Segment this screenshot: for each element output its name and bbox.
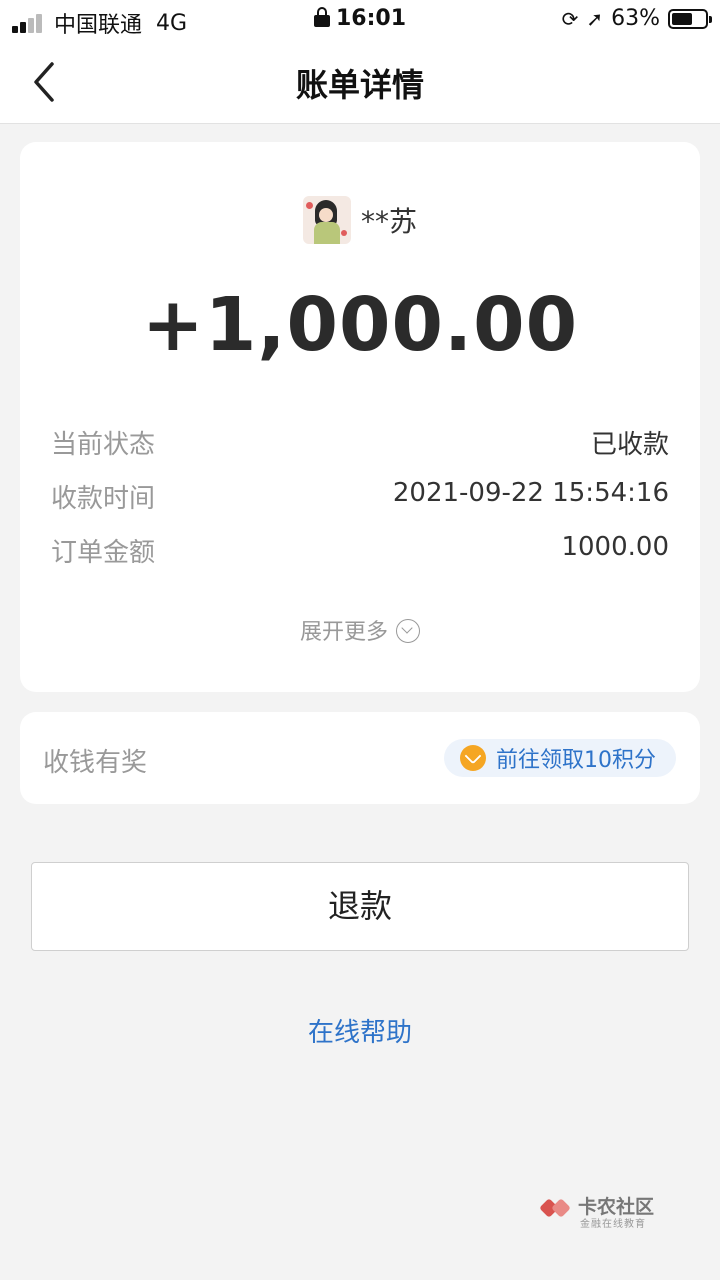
claim-points-button[interactable]: 前往领取10积分 [444, 739, 676, 777]
info-label: 订单金额 [51, 538, 156, 568]
watermark: 卡农社区 金融在线教育 [539, 1190, 700, 1230]
reward-label: 收钱有奖 [43, 748, 148, 778]
payer: **苏 [20, 196, 700, 244]
coin-icon [460, 745, 486, 771]
bill-card: **苏 +1,000.00 当前状态 已收款 收款时间 2021-09-22 1… [20, 142, 700, 692]
watermark-subtitle: 金融在线教育 [580, 1219, 646, 1230]
info-value: 2021-09-22 15:54:16 [392, 478, 669, 508]
info-row-status: 当前状态 已收款 [51, 420, 669, 460]
nav-bar: 账单详情 [0, 40, 720, 124]
expand-more-label: 展开更多 [299, 620, 388, 645]
watermark-logo-icon [539, 1192, 572, 1224]
amount: +1,000.00 [141, 282, 579, 368]
info-row-time: 收款时间 2021-09-22 15:54:16 [51, 474, 669, 514]
page-title: 账单详情 [295, 66, 424, 104]
info-value: 已收款 [590, 430, 669, 460]
info-row-order-amount: 订单金额 1000.00 [51, 528, 669, 568]
battery-icon [668, 8, 712, 29]
payer-name: **苏 [360, 205, 417, 238]
status-right: ⟳ ➚ 63% [561, 6, 712, 31]
claim-points-label: 前往领取10积分 [496, 748, 656, 773]
online-help-link[interactable]: 在线帮助 [0, 1012, 720, 1049]
chevron-down-icon [396, 619, 420, 643]
info-value: 1000.00 [561, 532, 669, 562]
battery-percent: 63% [611, 6, 660, 31]
status-time: 16:01 [335, 6, 407, 31]
status-bar: 中国联通 4G 16:01 ⟳ ➚ 63% [0, 0, 720, 40]
expand-more-button[interactable]: 展开更多 [20, 614, 700, 646]
info-label: 当前状态 [51, 430, 156, 460]
refund-button[interactable]: 退款 [31, 862, 689, 951]
location-icon: ➚ [586, 6, 604, 31]
rotation-lock-icon: ⟳ [561, 6, 579, 31]
lock-icon [313, 7, 330, 27]
reward-card: 收钱有奖 前往领取10积分 [20, 712, 700, 804]
avatar [302, 196, 351, 244]
info-label: 收款时间 [51, 484, 156, 514]
